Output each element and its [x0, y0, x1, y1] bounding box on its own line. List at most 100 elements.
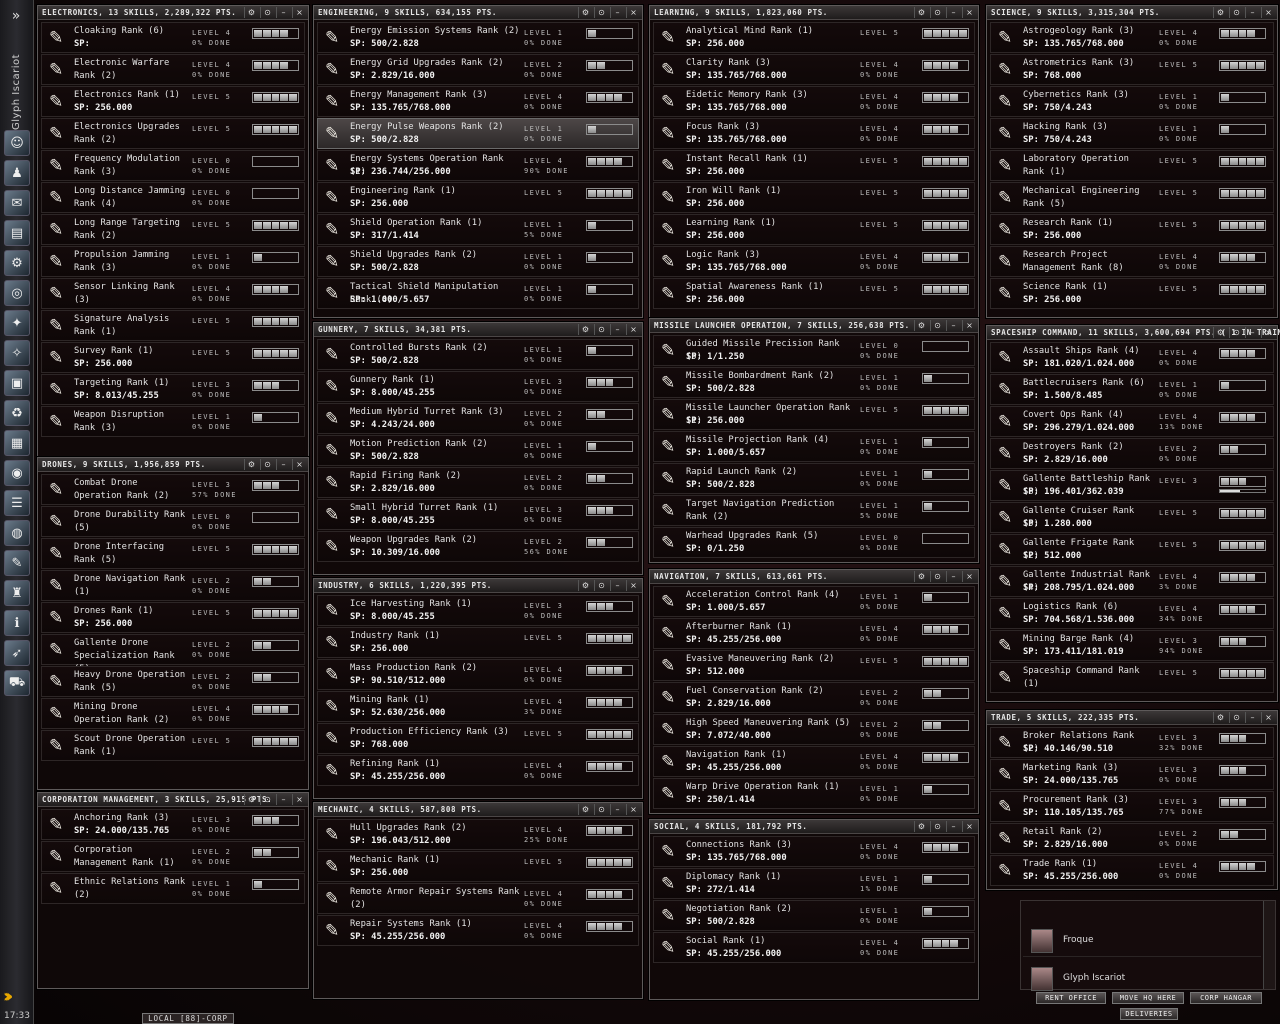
skill-row[interactable]: ✎ Industry Rank (1) SP: 256.000 LEVEL 5 [317, 627, 639, 658]
skill-row[interactable]: ✎ Weapon Disruption Rank (3) LEVEL 1 0% … [41, 406, 305, 437]
map-icon[interactable]: ✦ [4, 310, 30, 336]
skill-row[interactable]: ✎ Destroyers Rank (2) SP: 2.829/16.000 L… [990, 438, 1274, 469]
skill-row[interactable]: ✎ Remote Armor Repair Systems Rank (2) L… [317, 883, 639, 914]
skill-row[interactable]: ✎ Spaceship Command Rank (1) LEVEL 5 [990, 662, 1274, 693]
skill-row[interactable]: ✎ Drone Navigation Rank (1) LEVEL 2 0% D… [41, 570, 305, 601]
skill-group-window[interactable]: DRONES, 9 SKILLS, 1,956,859 PTS. ⚙ ⊙ – × ✎ C… [37, 457, 309, 790]
ship-icon[interactable]: ➶ [4, 640, 30, 666]
corp-member-row[interactable]: Glyph Iscariot [1023, 963, 1261, 995]
skill-row[interactable]: ✎ Mining Barge Rank (4) SP: 173.411/181.… [990, 630, 1274, 661]
skill-row[interactable]: ✎ Fuel Conservation Rank (2) SP: 2.829/1… [653, 682, 975, 713]
settings-icon[interactable]: ⚙ [914, 7, 928, 18]
options-icon[interactable]: ⊙ [1229, 712, 1243, 723]
skill-row[interactable]: ✎ Social Rank (1) SP: 45.255/256.000 LEV… [653, 932, 975, 963]
options-icon[interactable]: ⊙ [260, 459, 274, 470]
skill-row[interactable]: ✎ Analytical Mind Rank (1) SP: 256.000 L… [653, 22, 975, 53]
deliveries-button[interactable]: DELIVERIES [1120, 1008, 1178, 1020]
settings-icon[interactable]: ⚙ [578, 804, 592, 815]
skill-row[interactable]: ✎ Clarity Rank (3) SP: 135.765/768.000 L… [653, 54, 975, 85]
skill-row[interactable]: ✎ Mechanical Engineering Rank (5) LEVEL … [990, 182, 1274, 213]
skill-row[interactable]: ✎ Small Hybrid Turret Rank (1) SP: 8.000… [317, 499, 639, 530]
skill-row[interactable]: ✎ Mechanic Rank (1) SP: 256.000 LEVEL 5 [317, 851, 639, 882]
skill-row[interactable]: ✎ Signature Analysis Rank (1) LEVEL 5 [41, 310, 305, 341]
pilot-name[interactable]: Glyph Iscariot [5, 30, 29, 130]
skill-row[interactable]: ✎ Iron Will Rank (1) SP: 256.000 LEVEL 5 [653, 182, 975, 213]
minimize-button[interactable]: – [610, 7, 624, 18]
skill-row[interactable]: ✎ Hull Upgrades Rank (2) SP: 196.043/512… [317, 819, 639, 850]
window-header[interactable]: TRADE, 5 SKILLS, 222,335 PTS. ⚙ ⊙ – × [987, 711, 1277, 725]
contracts-icon[interactable]: ☰ [4, 490, 30, 516]
settings-icon[interactable]: ⚙ [914, 320, 928, 331]
skill-row[interactable]: ✎ Mining Rank (1) SP: 52.630/256.000 LEV… [317, 691, 639, 722]
settings-icon[interactable]: ⚙ [578, 580, 592, 591]
skill-row[interactable]: ✎ Evasive Maneuvering Rank (2) SP: 512.0… [653, 650, 975, 681]
skill-row[interactable]: ✎ Target Navigation Prediction Rank (2) … [653, 495, 975, 526]
skill-row[interactable]: ✎ Logic Rank (3) SP: 135.765/768.000 LEV… [653, 246, 975, 277]
skill-row[interactable]: ✎ Tactical Shield Manipulation Rank (4) … [317, 278, 639, 309]
options-icon[interactable]: ⊙ [930, 320, 944, 331]
skill-group-window[interactable]: SCIENCE, 9 SKILLS, 3,315,304 PTS. ⚙ ⊙ – × ✎ … [986, 5, 1278, 318]
skill-row[interactable]: ✎ Cloaking Rank (6) SP: LEVEL 4 0% DONE [41, 22, 305, 53]
close-button[interactable]: × [962, 320, 976, 331]
character-sheet-icon[interactable]: ☺ [4, 130, 30, 156]
factions-icon[interactable]: ♜ [4, 580, 30, 606]
window-header[interactable]: SOCIAL, 4 SKILLS, 181,792 PTS. ⚙ ⊙ – × [650, 820, 978, 834]
launch-chevron-icon[interactable]: ››› [3, 986, 31, 1008]
options-icon[interactable]: ⊙ [1229, 327, 1243, 338]
skill-row[interactable]: ✎ Astrogeology Rank (3) SP: 135.765/768.… [990, 22, 1274, 53]
minimize-button[interactable]: – [610, 804, 624, 815]
skill-row[interactable]: ✎ Gallente Frigate Rank (2) SP: 512.000 … [990, 534, 1274, 565]
window-header[interactable]: MECHANIC, 4 SKILLS, 587,808 PTS. ⚙ ⊙ – × [314, 803, 642, 817]
skill-row[interactable]: ✎ Eidetic Memory Rank (3) SP: 135.765/76… [653, 86, 975, 117]
skill-row[interactable]: ✎ Science Rank (1) SP: 256.000 LEVEL 5 [990, 278, 1274, 309]
skill-row[interactable]: ✎ Energy Pulse Weapons Rank (2) SP: 500/… [317, 118, 639, 149]
close-button[interactable]: × [1261, 712, 1275, 723]
options-icon[interactable]: ⊙ [930, 821, 944, 832]
fitting-icon[interactable]: ⚙ [4, 250, 30, 276]
skill-row[interactable]: ✎ Sensor Linking Rank (3) LEVEL 4 0% DON… [41, 278, 305, 309]
skill-row[interactable]: ✎ Research Project Management Rank (8) L… [990, 246, 1274, 277]
settings-icon[interactable]: ⚙ [1213, 7, 1227, 18]
skill-row[interactable]: ✎ Mining Drone Operation Rank (2) LEVEL … [41, 698, 305, 729]
skill-row[interactable]: ✎ Spatial Awareness Rank (1) SP: 256.000… [653, 278, 975, 309]
options-icon[interactable]: ⊙ [930, 571, 944, 582]
skill-row[interactable]: ✎ Long Distance Jamming Rank (4) LEVEL 0… [41, 182, 305, 213]
settings-icon[interactable]: ⚙ [244, 459, 258, 470]
window-header[interactable]: ELECTRONICS, 13 SKILLS, 2,289,322 PTS. ⚙ ⊙… [38, 6, 308, 20]
skill-row[interactable]: ✎ Drones Rank (1) SP: 256.000 LEVEL 5 [41, 602, 305, 633]
skill-row[interactable]: ✎ Mass Production Rank (2) SP: 90.510/51… [317, 659, 639, 690]
options-icon[interactable]: ⊙ [260, 7, 274, 18]
skill-group-window[interactable]: TRADE, 5 SKILLS, 222,335 PTS. ⚙ ⊙ – × ✎ Brok… [986, 710, 1278, 890]
journal-icon[interactable]: ✎ [4, 550, 30, 576]
minimize-button[interactable]: – [946, 7, 960, 18]
minimize-button[interactable]: – [276, 794, 290, 805]
close-button[interactable]: × [962, 7, 976, 18]
skill-row[interactable]: ✎ Controlled Bursts Rank (2) SP: 500/2.8… [317, 339, 639, 370]
skill-row[interactable]: ✎ Survey Rank (1) SP: 256.000 LEVEL 5 [41, 342, 305, 373]
skill-row[interactable]: ✎ Repair Systems Rank (1) SP: 45.255/256… [317, 915, 639, 946]
skill-row[interactable]: ✎ Energy Emission Systems Rank (2) SP: 5… [317, 22, 639, 53]
skill-row[interactable]: ✎ Motion Prediction Rank (2) SP: 500/2.8… [317, 435, 639, 466]
skill-group-window[interactable]: GUNNERY, 7 SKILLS, 34,381 PTS. ⚙ ⊙ – × ✎ Con… [313, 322, 643, 575]
close-button[interactable]: × [292, 794, 306, 805]
window-header[interactable]: SPACESHIP COMMAND, 11 SKILLS, 3,600,694 … [987, 326, 1280, 340]
minimize-button[interactable]: – [1245, 712, 1259, 723]
close-button[interactable]: × [962, 821, 976, 832]
minimize-button[interactable]: – [946, 821, 960, 832]
close-button[interactable]: × [626, 580, 640, 591]
skill-row[interactable]: ✎ Propulsion Jamming Rank (3) LEVEL 1 0%… [41, 246, 305, 277]
skill-row[interactable]: ✎ Medium Hybrid Turret Rank (3) SP: 4.24… [317, 403, 639, 434]
skill-row[interactable]: ✎ Gallente Cruiser Rank (5) SP: 1.280.00… [990, 502, 1274, 533]
skill-row[interactable]: ✎ Shield Upgrades Rank (2) SP: 500/2.828… [317, 246, 639, 277]
skill-row[interactable]: ✎ Marketing Rank (3) SP: 24.000/135.765 … [990, 759, 1274, 790]
scrollbar[interactable] [1263, 901, 1275, 989]
close-button[interactable]: × [626, 324, 640, 335]
skill-row[interactable]: ✎ Rapid Launch Rank (2) SP: 500/2.828 LE… [653, 463, 975, 494]
starmap-icon[interactable]: ✧ [4, 340, 30, 366]
hangar-icon[interactable]: ⛟ [4, 670, 30, 696]
close-button[interactable]: × [292, 459, 306, 470]
skill-row[interactable]: ✎ Cybernetics Rank (3) SP: 750/4.243 LEV… [990, 86, 1274, 117]
skill-row[interactable]: ✎ Energy Management Rank (3) SP: 135.765… [317, 86, 639, 117]
close-button[interactable]: × [626, 804, 640, 815]
window-header[interactable]: GUNNERY, 7 SKILLS, 34,381 PTS. ⚙ ⊙ – × [314, 323, 642, 337]
